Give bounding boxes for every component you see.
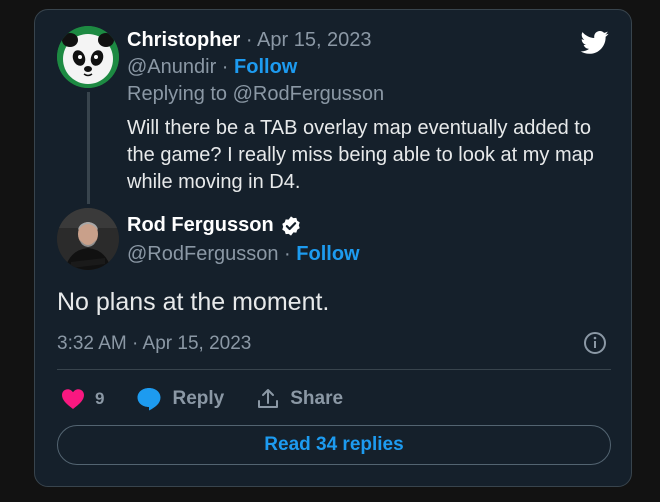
replying-to-label[interactable]: Replying to @RodFergusson [127,83,384,106]
like-button[interactable]: 9 [61,388,104,410]
tweet-timestamp[interactable]: 3:32 AM · Apr 15, 2023 [57,333,251,355]
tweet-card: Christopher · Apr 15, 2023 @Anundir · Fo… [34,9,632,487]
like-count: 9 [95,389,105,408]
twitter-bird-icon[interactable] [579,28,611,56]
share-label: Share [290,388,344,409]
parent-follow-button[interactable]: Follow [234,56,297,78]
info-icon[interactable] [583,331,607,355]
reply-button[interactable]: Reply [136,387,224,411]
main-follow-button[interactable]: Follow [296,243,359,265]
heart-icon [62,389,84,409]
parent-follow-separator: · [216,56,235,78]
main-handle[interactable]: @RodFergusson [127,243,278,265]
speech-bubble-icon [137,388,161,411]
parent-tweet-text: Will there be a TAB overlay map eventual… [127,117,594,193]
main-follow-separator: · [278,243,297,265]
parent-handle-row: @Anundir · Follow [127,56,297,79]
thread-connector-line [87,92,90,204]
verified-badge-icon [281,215,300,236]
reply-label: Reply [172,388,225,409]
main-header: Rod Fergusson [127,214,302,237]
rod-fergusson-avatar[interactable] [57,208,119,270]
parent-handle[interactable]: @Anundir [127,56,216,78]
share-button[interactable]: Share [256,387,343,411]
parent-date-separator: · [240,29,258,51]
read-replies-button[interactable]: Read 34 replies [57,425,611,465]
share-upload-icon [258,389,279,408]
parent-author-name[interactable]: Christopher [127,29,240,51]
main-author-name[interactable]: Rod Fergusson [127,214,274,237]
parent-date[interactable]: Apr 15, 2023 [257,29,372,51]
main-tweet-text: No plans at the moment. [57,288,330,316]
parent-header: Christopher · Apr 15, 2023 [127,29,372,52]
main-handle-row: @RodFergusson · Follow [127,243,360,266]
christopher-avatar[interactable] [57,26,119,88]
action-bar: 9 Reply Share [61,385,375,413]
divider [57,369,611,370]
